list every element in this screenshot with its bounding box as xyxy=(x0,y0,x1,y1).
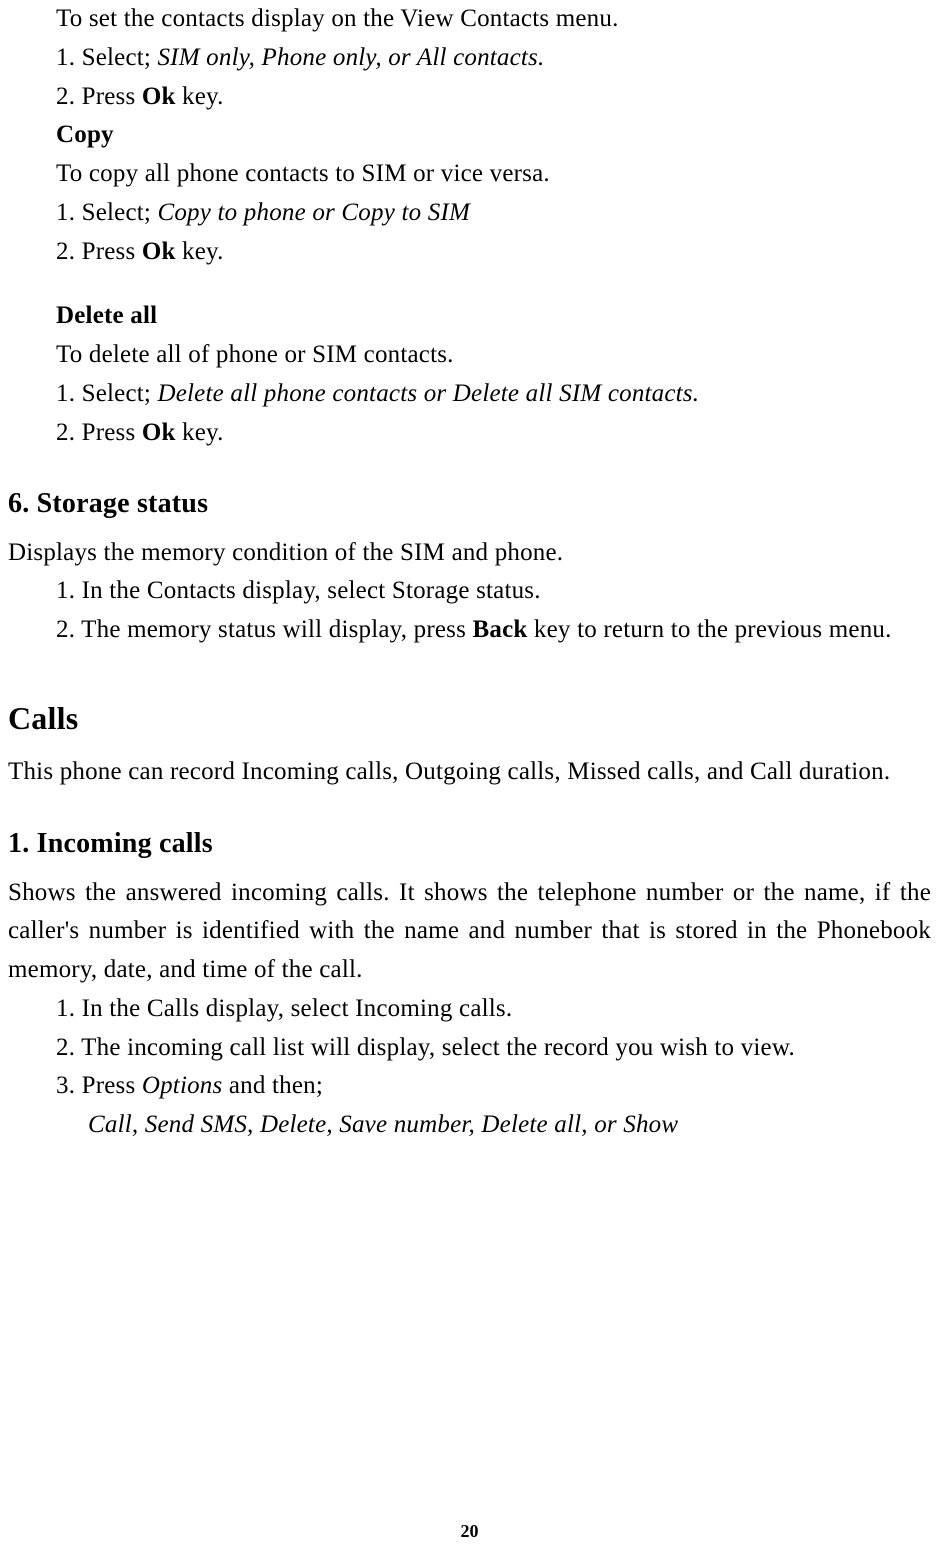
step-prefix: 1. Select; xyxy=(56,199,157,226)
copy-heading: Copy xyxy=(56,116,931,155)
copy-intro: To copy all phone contacts to SIM or vic… xyxy=(56,155,931,194)
key-name: Ok xyxy=(142,419,176,446)
step-prefix: 1. Select; xyxy=(56,380,157,407)
storage-status-intro: Displays the memory condition of the SIM… xyxy=(8,534,931,573)
storage-steps: 1. In the Contacts display, select Stora… xyxy=(8,572,931,650)
step-prefix: 3. Press xyxy=(56,1072,142,1099)
view-contacts-step-2: 2. Press Ok key. xyxy=(56,78,931,117)
incoming-options-list: Call, Send SMS, Delete, Save number, Del… xyxy=(56,1106,931,1145)
step-options: SIM only, Phone only, or All contacts. xyxy=(157,44,544,71)
step-options-word: Options xyxy=(142,1072,223,1099)
delete-all-step-1: 1. Select; Delete all phone contacts or … xyxy=(56,375,931,414)
step-suffix: key to return to the previous menu. xyxy=(527,616,891,643)
incoming-step-1: 1. In the Calls display, select Incoming… xyxy=(56,990,931,1029)
step-suffix: key. xyxy=(176,238,224,265)
storage-status-heading: 6. Storage status xyxy=(8,482,931,525)
step-suffix: key. xyxy=(176,419,224,446)
page-number: 20 xyxy=(0,1521,939,1542)
calls-heading: Calls xyxy=(8,694,931,744)
incoming-steps: 1. In the Calls display, select Incoming… xyxy=(8,990,931,1145)
incoming-calls-heading: 1. Incoming calls xyxy=(8,822,931,865)
page: To set the contacts display on the View … xyxy=(0,0,939,1556)
step-prefix: 2. Press xyxy=(56,419,142,446)
delete-all-step-2: 2. Press Ok key. xyxy=(56,414,931,453)
page-content: To set the contacts display on the View … xyxy=(8,0,931,1145)
incoming-step-3: 3. Press Options and then; xyxy=(56,1067,931,1106)
delete-all-heading: Delete all xyxy=(56,297,931,336)
key-name: Ok xyxy=(142,238,176,265)
view-contacts-section: To set the contacts display on the View … xyxy=(8,0,931,452)
copy-step-2: 2. Press Ok key. xyxy=(56,233,931,272)
view-contacts-intro: To set the contacts display on the View … xyxy=(56,0,931,39)
step-options: Copy to phone or Copy to SIM xyxy=(157,199,470,226)
key-name: Back xyxy=(473,616,528,643)
incoming-calls-intro: Shows the answered incoming calls. It sh… xyxy=(8,874,931,990)
step-options: Delete all phone contacts or Delete all … xyxy=(157,380,699,407)
step-prefix: 2. Press xyxy=(56,83,142,110)
spacer xyxy=(56,271,931,297)
delete-all-intro: To delete all of phone or SIM contacts. xyxy=(56,336,931,375)
key-name: Ok xyxy=(142,83,176,110)
step-prefix: 1. Select; xyxy=(56,44,157,71)
step-suffix: key. xyxy=(176,83,224,110)
incoming-step-2: 2. The incoming call list will display, … xyxy=(56,1029,931,1068)
copy-step-1: 1. Select; Copy to phone or Copy to SIM xyxy=(56,194,931,233)
view-contacts-step-1: 1. Select; SIM only, Phone only, or All … xyxy=(56,39,931,78)
step-prefix: 2. Press xyxy=(56,238,142,265)
step-suffix: and then; xyxy=(222,1072,323,1099)
step-prefix: 2. The memory status will display, press xyxy=(56,616,473,643)
storage-step-2: 2. The memory status will display, press… xyxy=(56,611,931,650)
calls-intro: This phone can record Incoming calls, Ou… xyxy=(8,753,931,792)
storage-step-1: 1. In the Contacts display, select Stora… xyxy=(56,572,931,611)
